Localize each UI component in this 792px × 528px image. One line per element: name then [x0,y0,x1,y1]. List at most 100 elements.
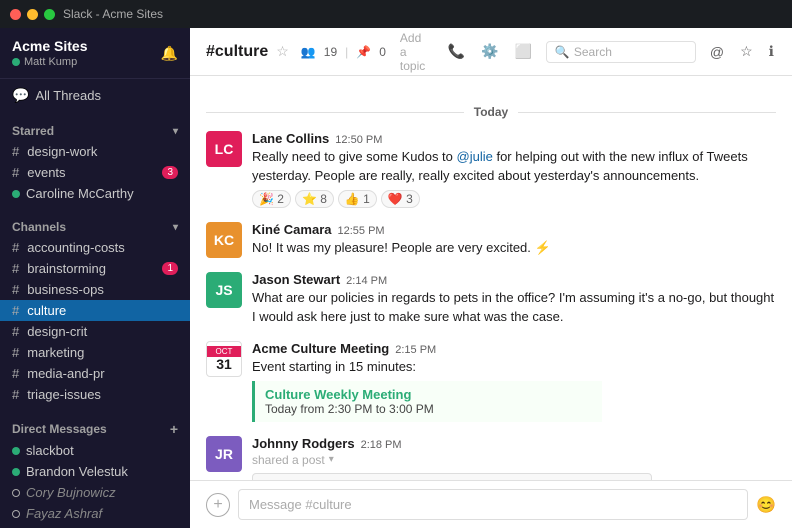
at-icon[interactable]: @ [708,42,726,62]
sidebar-item-design-crit[interactable]: # design-crit [0,321,190,342]
sidebar-item-media-and-pr[interactable]: # media-and-pr [0,363,190,384]
message-time: 2:18 PM [361,439,402,451]
members-icon: 👥 [301,45,316,59]
message-author[interactable]: Acme Culture Meeting [252,341,389,356]
avatar: JS [206,272,242,308]
message-body: Johnny Rodgers 2:18 PM shared a post ▾ 📄… [252,436,776,480]
sidebar-item-business-ops[interactable]: # business-ops [0,279,190,300]
hash-icon: # [12,144,19,159]
dm-label: Cory Bujnowicz [26,485,116,500]
reaction-party[interactable]: 🎉 2 [252,190,291,208]
message-kine: KC Kiné Camara 12:55 PM No! It was my pl… [206,222,776,258]
sidebar-item-culture[interactable]: # culture [0,300,190,321]
sidebar-item-design-work[interactable]: # design-work [0,141,190,162]
main-content: #culture ☆ 👥 19 | 📌 0 Add a topic 📞 ⚙️ ⬜… [190,28,792,528]
dm-slackbot[interactable]: slackbot [0,440,190,461]
all-threads-button[interactable]: 💬 All Threads [0,83,190,108]
header-icons: 📞 ⚙️ ⬜ 🔍 Search @ ☆ ℹ [446,41,776,63]
messages-list: Today LC Lane Collins 12:50 PM Really ne… [190,76,792,480]
channel-meta: 👥 19 | 📌 0 Add a topic [301,31,430,73]
info-icon[interactable]: ℹ [767,41,776,62]
minimize-button[interactable] [27,9,38,20]
search-placeholder: Search [574,45,612,59]
star-icon[interactable]: ☆ [276,43,289,60]
add-topic-link[interactable]: Add a topic [400,31,430,73]
sidebar-item-caroline[interactable]: Caroline McCarthy [0,183,190,204]
message-input-bar: + Message #culture 😊 [190,480,792,528]
dm-fayaz[interactable]: Fayaz Ashraf [0,503,190,524]
dm-lane-pavel[interactable]: Lane, Pavel [0,524,190,528]
hash-icon: # [12,324,19,339]
reaction-star[interactable]: ⭐ 8 [295,190,334,208]
titlebar: Slack - Acme Sites [0,0,792,28]
channel-search[interactable]: 🔍 Search [546,41,696,63]
message-text: Event starting in 15 minutes: [252,358,776,377]
reaction-thumbs[interactable]: 👍 1 [338,190,377,208]
app-container: Acme Sites Matt Kump 🔔 💬 All Threads Sta… [0,28,792,528]
pin-icon: 📌 [356,45,371,59]
emoji-button[interactable]: 😊 [756,495,776,515]
layout-icon[interactable]: ⬜ [512,41,533,62]
maximize-button[interactable] [44,9,55,20]
message-header: Jason Stewart 2:14 PM [252,272,776,287]
window-controls[interactable] [10,9,55,20]
channel-label: design-work [27,144,97,159]
message-author[interactable]: Lane Collins [252,131,329,146]
unread-badge: 3 [162,166,178,179]
shared-post-card: 📄 Building Policies & Procedures Last ed… [252,473,652,480]
event-title-link[interactable]: Culture Weekly Meeting [265,387,411,402]
add-dm-icon[interactable]: + [170,421,178,437]
workspace-info: Acme Sites Matt Kump [12,38,161,68]
hash-icon: # [12,165,19,180]
workspace-header[interactable]: Acme Sites Matt Kump 🔔 [0,28,190,79]
channel-label: events [27,165,65,180]
dm-label: slackbot [26,443,74,458]
add-attachment-button[interactable]: + [206,493,230,517]
dm-brandon[interactable]: Brandon Velestuk [0,461,190,482]
close-button[interactable] [10,9,21,20]
window-title: Slack - Acme Sites [63,7,163,21]
channel-label: triage-issues [27,387,101,402]
channel-label: culture [27,303,66,318]
channel-label: brainstorming [27,261,106,276]
sidebar-item-events[interactable]: # events 3 [0,162,190,183]
message-input[interactable]: Message #culture [238,489,748,520]
sidebar-item-accounting-costs[interactable]: # accounting-costs [0,237,190,258]
starred-section-label[interactable]: Starred ▾ [0,116,190,141]
dm-section-label[interactable]: Direct Messages + [0,413,190,440]
channel-label: media-and-pr [27,366,104,381]
phone-icon[interactable]: 📞 [446,41,467,62]
dm-label: Brandon Velestuk [26,464,128,479]
message-author[interactable]: Johnny Rodgers [252,436,355,451]
presence-dot [12,468,20,476]
avatar: LC [206,131,242,167]
gear-icon[interactable]: ⚙️ [479,41,500,62]
reaction-heart[interactable]: ❤️ 3 [381,190,420,208]
message-jason1: JS Jason Stewart 2:14 PM What are our po… [206,272,776,327]
titlebar-left: Slack - Acme Sites [10,7,163,21]
message-author[interactable]: Kiné Camara [252,222,331,237]
bell-icon[interactable]: 🔔 [161,45,178,62]
mention[interactable]: @julie [457,149,493,164]
user-status-dot [12,58,20,66]
bookmark-icon[interactable]: ☆ [738,41,755,62]
message-header: Kiné Camara 12:55 PM [252,222,776,237]
message-time: 2:14 PM [346,275,387,287]
sidebar: Acme Sites Matt Kump 🔔 💬 All Threads Sta… [0,28,190,528]
date-divider: Today [206,104,776,119]
hash-icon: # [12,261,19,276]
members-count: 19 [324,45,337,59]
dm-cory[interactable]: Cory Bujnowicz [0,482,190,503]
presence-dot [12,510,20,518]
sidebar-item-brainstorming[interactable]: # brainstorming 1 [0,258,190,279]
message-body: Lane Collins 12:50 PM Really need to giv… [252,131,776,208]
channels-section-label[interactable]: Channels ▾ [0,212,190,237]
sidebar-item-triage-issues[interactable]: # triage-issues [0,384,190,405]
message-author[interactable]: Jason Stewart [252,272,340,287]
sidebar-item-marketing[interactable]: # marketing [0,342,190,363]
dropdown-arrow[interactable]: ▾ [329,454,334,465]
search-icon: 🔍 [555,45,570,59]
channel-label: accounting-costs [27,240,125,255]
presence-dot [12,190,20,198]
channel-label: marketing [27,345,84,360]
